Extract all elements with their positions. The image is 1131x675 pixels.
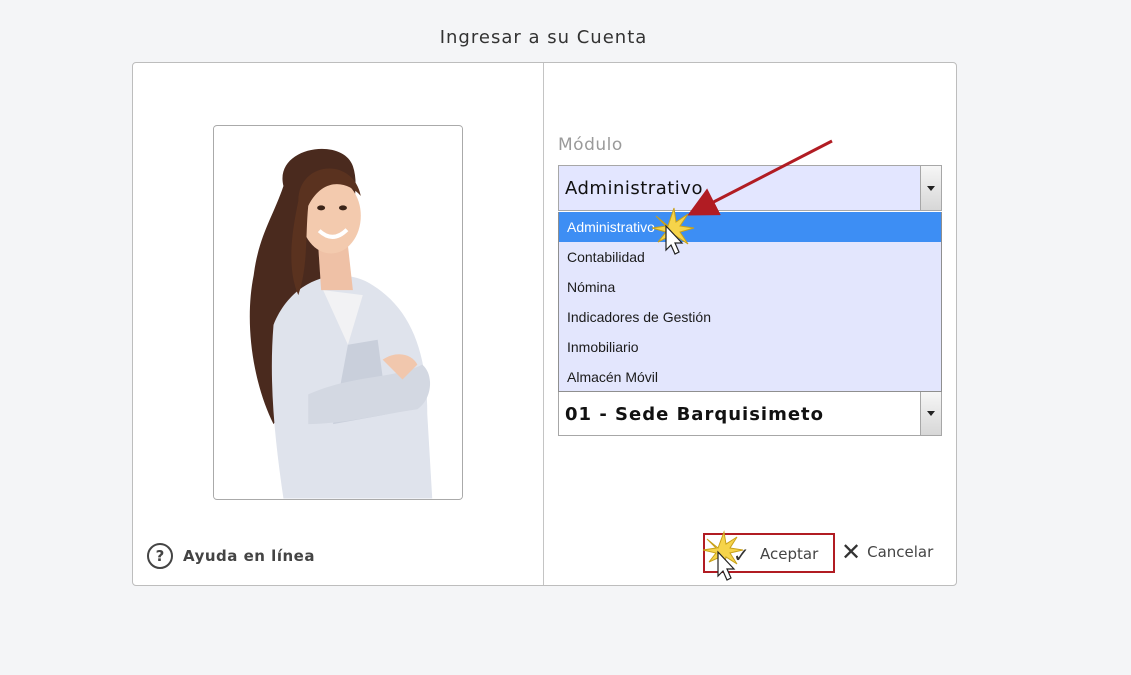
- branch-select-toggle[interactable]: [920, 392, 941, 435]
- user-photo: [213, 125, 463, 500]
- chevron-down-icon: [927, 411, 935, 416]
- module-option-administrativo[interactable]: Administrativo: [559, 212, 941, 242]
- chevron-down-icon: [927, 185, 935, 191]
- module-dropdown-list[interactable]: Administrativo Contabilidad Nómina Indic…: [558, 212, 942, 392]
- help-link[interactable]: ? Ayuda en línea: [147, 543, 315, 569]
- login-panel: ? Ayuda en línea Módulo Administrativo 0…: [132, 62, 957, 586]
- close-icon: ✕: [841, 538, 862, 566]
- module-select[interactable]: Administrativo: [558, 165, 942, 211]
- module-option-inmobiliario[interactable]: Inmobiliario: [559, 332, 941, 362]
- question-circle-icon: ?: [147, 543, 173, 569]
- module-option-nomina[interactable]: Nómina: [559, 272, 941, 302]
- module-select-value: Administrativo: [565, 178, 703, 199]
- module-label: Módulo: [558, 135, 623, 155]
- branch-select-value: 01 - Sede Barquisimeto: [565, 404, 825, 425]
- help-label: Ayuda en línea: [183, 547, 315, 565]
- branch-select[interactable]: 01 - Sede Barquisimeto: [558, 391, 942, 436]
- accept-button[interactable]: ✓ Aceptar: [703, 533, 835, 573]
- woman-portrait-image: [214, 126, 462, 499]
- panel-divider: [543, 63, 544, 585]
- checkmark-icon: ✓: [733, 543, 750, 567]
- module-select-toggle[interactable]: [920, 166, 941, 210]
- cancel-label: Cancelar: [867, 543, 934, 561]
- module-option-indicadores[interactable]: Indicadores de Gestión: [559, 302, 941, 332]
- page-title: Ingresar a su Cuenta: [439, 27, 648, 48]
- cancel-button[interactable]: ✕ Cancelar: [841, 538, 934, 566]
- module-option-contabilidad[interactable]: Contabilidad: [559, 242, 941, 272]
- accept-label: Aceptar: [760, 545, 819, 563]
- module-option-almacen-movil[interactable]: Almacén Móvil: [559, 362, 941, 392]
